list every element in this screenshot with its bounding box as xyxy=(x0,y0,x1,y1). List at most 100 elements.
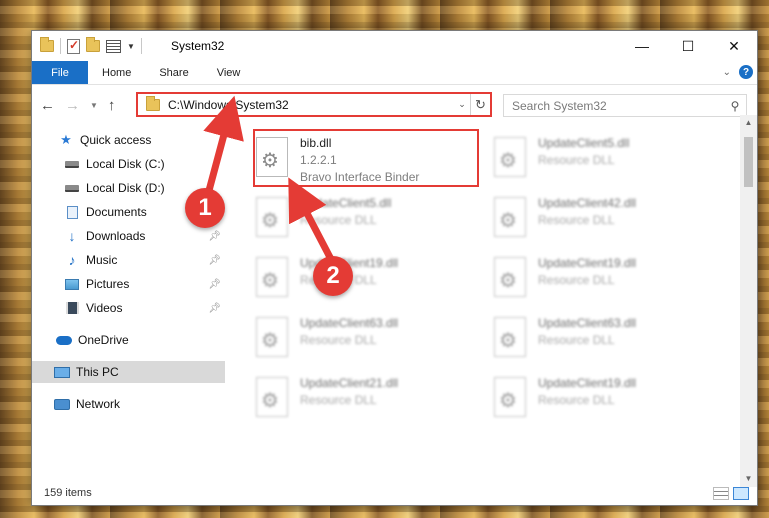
file-name: UpdateClient19.dll xyxy=(538,376,637,390)
sidebar-item-label: Documents xyxy=(86,205,147,219)
file-item[interactable]: UpdateClient63.dll Resource DLL xyxy=(252,311,478,367)
navigation-pane: ★ Quick access Local Disk (C:) Local Dis… xyxy=(32,125,225,482)
file-type: Resource DLL xyxy=(300,393,377,407)
file-item[interactable]: UpdateClient5.dll Resource DLL xyxy=(252,191,478,247)
music-icon: ♪ xyxy=(68,252,76,268)
step-badge-2: 2 xyxy=(313,256,353,296)
dll-file-icon xyxy=(256,257,288,297)
sidebar-item-onedrive[interactable]: OneDrive xyxy=(32,329,225,351)
file-item[interactable]: UpdateClient19.dllResource DLL xyxy=(252,251,478,307)
sidebar-item-label: Music xyxy=(86,253,118,267)
file-type: Resource DLL xyxy=(538,393,615,407)
folder-icon xyxy=(146,95,160,111)
item-count: 159 items xyxy=(44,487,92,499)
sidebar-item-label: Pictures xyxy=(86,277,130,291)
videos-icon xyxy=(64,301,80,315)
sidebar-item-this-pc[interactable]: This PC xyxy=(32,361,225,383)
vertical-scrollbar[interactable]: ▲ ▼ xyxy=(740,115,757,487)
sidebar-item-videos[interactable]: Videos 📌︎ xyxy=(32,297,225,319)
search-input[interactable] xyxy=(504,98,724,113)
search-icon[interactable]: ⚲ xyxy=(724,99,746,113)
tab-file[interactable]: File xyxy=(32,61,88,84)
close-button[interactable]: ✕ xyxy=(711,31,757,61)
toolbar-divider xyxy=(60,38,61,54)
dll-file-icon xyxy=(494,137,526,177)
sidebar-item-local-disk-c[interactable]: Local Disk (C:) xyxy=(32,153,225,175)
sidebar-item-label: Videos xyxy=(86,301,123,315)
window-controls: — ☐ ✕ xyxy=(619,31,757,61)
onedrive-icon xyxy=(56,333,72,347)
recent-locations-icon[interactable]: ▼ xyxy=(90,101,98,110)
sidebar-item-music[interactable]: ♪ Music 📌︎ xyxy=(32,249,225,271)
tab-view[interactable]: View xyxy=(203,61,255,84)
sidebar-item-network[interactable]: Network xyxy=(32,393,225,415)
new-folder-icon[interactable] xyxy=(86,37,100,52)
dll-file-icon xyxy=(256,197,288,237)
minimize-button[interactable]: — xyxy=(619,31,665,61)
folder-icon[interactable] xyxy=(40,37,54,52)
file-name: UpdateClient63.dll xyxy=(300,316,399,330)
file-type: Resource DLL xyxy=(538,273,615,287)
refresh-icon[interactable]: ↻ xyxy=(470,94,490,115)
sidebar-item-downloads[interactable]: ↓ Downloads 📌︎ xyxy=(32,225,225,247)
sidebar-item-quick-access[interactable]: ★ Quick access xyxy=(32,129,225,151)
file-item[interactable]: UpdateClient19.dllResource DLL xyxy=(490,251,716,307)
toolbar-divider xyxy=(140,38,142,54)
network-icon xyxy=(54,397,70,411)
details-view-icon[interactable] xyxy=(713,487,729,500)
sidebar-item-label: This PC xyxy=(76,365,119,379)
status-bar: 159 items xyxy=(32,481,757,505)
file-type: Resource DLL xyxy=(300,213,377,227)
dll-file-icon xyxy=(494,257,526,297)
address-dropdown-icon[interactable]: ⌄ xyxy=(454,99,470,110)
file-item[interactable]: UpdateClient5.dll Resource DLL xyxy=(490,131,716,187)
address-path[interactable]: C:\Windows\System32 xyxy=(168,98,454,112)
file-item[interactable]: UpdateClient63.dll Resource DLL xyxy=(490,311,716,367)
properties-check-icon[interactable] xyxy=(67,38,80,54)
file-name: UpdateClient42.dll xyxy=(538,196,637,210)
file-item[interactable]: UpdateClient19.dll Resource DLL xyxy=(490,371,716,427)
step-badge-1: 1 xyxy=(185,188,225,228)
file-type: Resource DLL xyxy=(300,333,377,347)
tab-home[interactable]: Home xyxy=(88,61,145,84)
expand-ribbon-icon[interactable]: ⌄ xyxy=(723,67,731,78)
search-box[interactable]: ⚲ xyxy=(503,94,747,117)
address-bar[interactable]: C:\Windows\System32 ⌄ ↻ xyxy=(136,92,492,117)
drive-icon xyxy=(64,181,80,195)
pin-icon[interactable]: 📌︎ xyxy=(208,303,221,314)
pin-icon[interactable]: 📌︎ xyxy=(208,279,221,290)
dll-file-icon xyxy=(494,377,526,417)
pictures-icon xyxy=(64,277,80,291)
scroll-up-icon[interactable]: ▲ xyxy=(740,115,757,131)
drive-icon xyxy=(64,157,80,171)
navigation-bar: ← → ▼ ↑ C:\Windows\System32 ⌄ ↻ ⚲ xyxy=(32,85,757,125)
sidebar-item-pictures[interactable]: Pictures 📌︎ xyxy=(32,273,225,295)
scrollbar-thumb[interactable] xyxy=(744,137,753,187)
file-highlight-box xyxy=(253,129,479,187)
sidebar-item-label: Downloads xyxy=(86,229,146,243)
help-icon[interactable]: ? xyxy=(739,65,753,79)
forward-arrow-icon[interactable]: → xyxy=(65,97,80,114)
explorer-window: ▼ System32 — ☐ ✕ File Home Share View ⌄ … xyxy=(31,30,758,506)
up-arrow-icon[interactable]: ↑ xyxy=(108,97,116,114)
dll-file-icon xyxy=(494,197,526,237)
large-icons-view-icon[interactable] xyxy=(733,487,749,500)
back-arrow-icon[interactable]: ← xyxy=(40,97,55,114)
pin-icon[interactable]: 📌︎ xyxy=(208,231,221,242)
file-item[interactable]: UpdateClient21.dll Resource DLL xyxy=(252,371,478,427)
properties-icon[interactable] xyxy=(106,39,121,53)
file-type: Resource DLL xyxy=(538,213,615,227)
dll-file-icon xyxy=(494,317,526,357)
ribbon-tabs: File Home Share View ⌄ ? xyxy=(32,61,757,85)
pin-icon[interactable]: 📌︎ xyxy=(208,255,221,266)
this-pc-icon xyxy=(54,365,70,379)
sidebar-item-label: Quick access xyxy=(80,133,152,147)
customize-dropdown-icon[interactable]: ▼ xyxy=(127,42,135,51)
file-name: UpdateClient63.dll xyxy=(538,316,637,330)
title-bar: ▼ System32 — ☐ ✕ xyxy=(32,31,757,61)
documents-icon xyxy=(64,205,80,219)
tab-share[interactable]: Share xyxy=(145,61,202,84)
maximize-button[interactable]: ☐ xyxy=(665,31,711,61)
file-type: Resource DLL xyxy=(538,333,615,347)
file-item[interactable]: UpdateClient42.dll Resource DLL xyxy=(490,191,716,247)
